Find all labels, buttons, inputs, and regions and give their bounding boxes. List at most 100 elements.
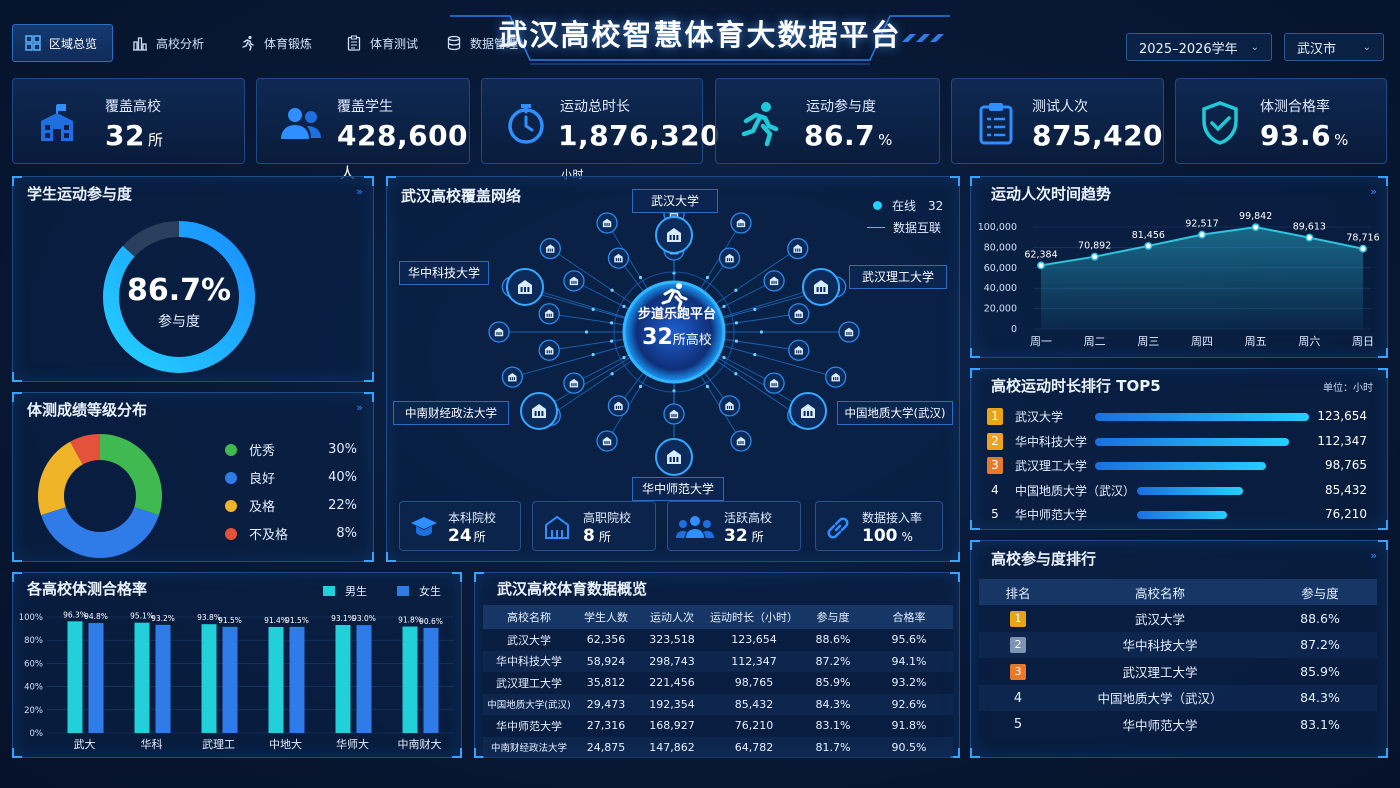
table-cell: 84.3%	[1300, 690, 1340, 706]
table-row[interactable]: 3 武汉理工大学 85.9%	[979, 658, 1377, 685]
panel-title: 运动人次时间趋势	[991, 185, 1112, 203]
kpi-label: 覆盖学生	[337, 99, 393, 115]
rank-cell: 3	[979, 658, 1057, 685]
network-panel: 武汉高校覆盖网络 在线 32 数据互联 步道乐跑平台 32所高校 武汉大学 武汉理…	[386, 176, 960, 562]
table-row[interactable]: 华中科技大学 58,924 298,743 112,347 87.2% 94.1%	[483, 650, 953, 672]
bar-male	[268, 626, 284, 733]
node-label-cug[interactable]: 中国地质大学(武汉)	[837, 401, 953, 425]
kpi-label: 体测合格率	[1260, 99, 1330, 115]
y-tick-label: 40%	[24, 683, 43, 693]
school-name: 武汉大学	[1015, 410, 1064, 424]
node-label-whu[interactable]: 武汉大学	[632, 189, 718, 213]
data-label: 90.6%	[419, 617, 443, 626]
rank-cell: 2	[979, 632, 1057, 659]
y-tick-label: 100,000	[978, 222, 1017, 233]
table-row[interactable]: 中国地质大学(武汉) 29,473 192,354 85,432 84.3% 92.6%	[483, 693, 953, 715]
year-select[interactable]: 2025–2026学年 ⌄	[1126, 33, 1272, 61]
table-cell: 90.5%	[891, 740, 927, 754]
node-label-ccnu[interactable]: 华中师范大学	[632, 477, 724, 501]
table-cell: 92.6%	[891, 697, 927, 711]
shield-check-icon	[1202, 101, 1238, 145]
link-dot	[734, 372, 738, 376]
city-select-value: 武汉市	[1297, 41, 1337, 57]
link-dot	[622, 355, 626, 360]
table-cell: 87.2%	[1300, 637, 1340, 653]
legend-swatch	[323, 586, 335, 596]
rank-badge: 5	[1013, 717, 1023, 733]
column-header: 合格率	[892, 611, 926, 624]
column-header: 排名	[1005, 585, 1031, 601]
top5-row: 2 华中科技大学 112,347	[987, 432, 1381, 452]
kpi-card-duration: 运动总时长 1,876,320小时	[481, 78, 720, 181]
y-tick-label: 20,000	[984, 304, 1017, 315]
table-cell: 58,924	[586, 654, 626, 668]
legend-item-excellent: 优秀 30%	[225, 440, 357, 459]
table-cell: 81.7%	[815, 740, 851, 754]
node-label-whut[interactable]: 武汉理工大学	[849, 265, 947, 289]
clipboard-icon	[347, 35, 361, 51]
rank-badge: 1	[1010, 610, 1026, 627]
table-row[interactable]: 1 武汉大学 88.6%	[979, 605, 1377, 632]
bar-female	[222, 626, 238, 733]
hub-count: 32所高校	[642, 325, 712, 350]
table-cell: 华中师范大学	[1122, 717, 1198, 733]
table-cell: 29,473	[586, 697, 626, 711]
more-icon[interactable]: »	[1370, 185, 1377, 198]
table-row[interactable]: 2 华中科技大学 87.2%	[979, 631, 1377, 659]
table-row[interactable]: 华中师范大学 27,316 168,927 76,210 83.1% 91.8%	[483, 715, 953, 737]
table-row[interactable]: 4 中国地质大学（武汉） 84.3%	[979, 684, 1377, 711]
column-header: 运动人次	[650, 611, 694, 624]
stat-vocational: 高职院校 8所	[532, 501, 656, 551]
bar-male	[335, 625, 351, 733]
link-dot	[705, 275, 710, 280]
link-dot	[591, 352, 595, 357]
progress-bar	[1095, 437, 1290, 446]
bar-female	[88, 623, 104, 733]
nav-school-analysis[interactable]: 高校分析	[120, 24, 216, 62]
link-dot	[753, 352, 757, 357]
city-select[interactable]: 武汉市 ⌄	[1284, 33, 1384, 61]
stat-access-rate: 数据接入率 100%	[815, 501, 943, 551]
nav-data-mgmt[interactable]: 数据管理	[434, 24, 530, 62]
rank-badge: 3	[987, 457, 1003, 474]
more-icon[interactable]: »	[356, 185, 363, 198]
x-tick-label: 周日	[1352, 335, 1374, 348]
trend-point	[1251, 223, 1260, 232]
hub-name: 步道乐跑平台	[637, 307, 716, 322]
data-label: 78,716	[1346, 233, 1379, 244]
data-label: 92,517	[1185, 219, 1218, 230]
table-row[interactable]: 5 华中师范大学 83.1%	[979, 711, 1377, 738]
more-icon[interactable]: »	[1370, 549, 1377, 562]
trend-point	[1144, 241, 1153, 250]
table-row[interactable]: 武汉理工大学 35,812 221,456 98,765 85.9% 93.2%	[483, 672, 953, 694]
link-dot	[610, 288, 614, 292]
nav-exercise[interactable]: 体育锻炼	[228, 24, 324, 62]
column-header: 参与度	[816, 611, 850, 624]
node-label-hust[interactable]: 华中科技大学	[399, 261, 489, 285]
link-dot	[610, 321, 614, 325]
stat-undergrad: 本科院校 24 所	[399, 501, 521, 551]
legend-dot	[225, 527, 237, 540]
table-cell: 91.8%	[891, 719, 927, 733]
data-label: 99,842	[1239, 211, 1272, 222]
x-tick-label: 周四	[1191, 335, 1213, 348]
table-cell: 93.2%	[891, 676, 927, 690]
school-name: 华中科技大学	[1015, 434, 1088, 449]
nav-overview[interactable]: 区域总览	[12, 24, 113, 62]
overview-panel: 武汉高校体育数据概览 高校名称 学生人数 运动人次 运动时长（小时） 参与度 合…	[474, 572, 960, 758]
more-icon[interactable]: »	[356, 401, 363, 414]
nav-testing[interactable]: 体育测试	[334, 24, 430, 62]
bar-value: 85,432	[1325, 482, 1367, 497]
kpi-card-pass-rate: 体测合格率 93.6%	[1175, 78, 1387, 164]
kpi-card-students: 覆盖学生 428,600人	[256, 78, 470, 182]
table-row[interactable]: 武汉大学 62,356 323,518 123,654 88.6% 95.6%	[483, 629, 953, 651]
table-row[interactable]: 中南财经政法大学 24,875 147,862 64,782 81.7% 90.5%	[483, 736, 953, 758]
rank-badge: 4	[991, 482, 999, 497]
panel-title: 武汉高校体育数据概览	[497, 580, 648, 598]
data-label: 70,892	[1078, 241, 1111, 252]
panel-title: 学生运动参与度	[27, 185, 133, 203]
kpi-card-tests: 测试人次 875,420	[951, 78, 1164, 164]
progress-bar	[1095, 413, 1309, 421]
node-label-zuel[interactable]: 中南财经政法大学	[393, 401, 509, 425]
nav-label: 数据管理	[470, 36, 519, 51]
